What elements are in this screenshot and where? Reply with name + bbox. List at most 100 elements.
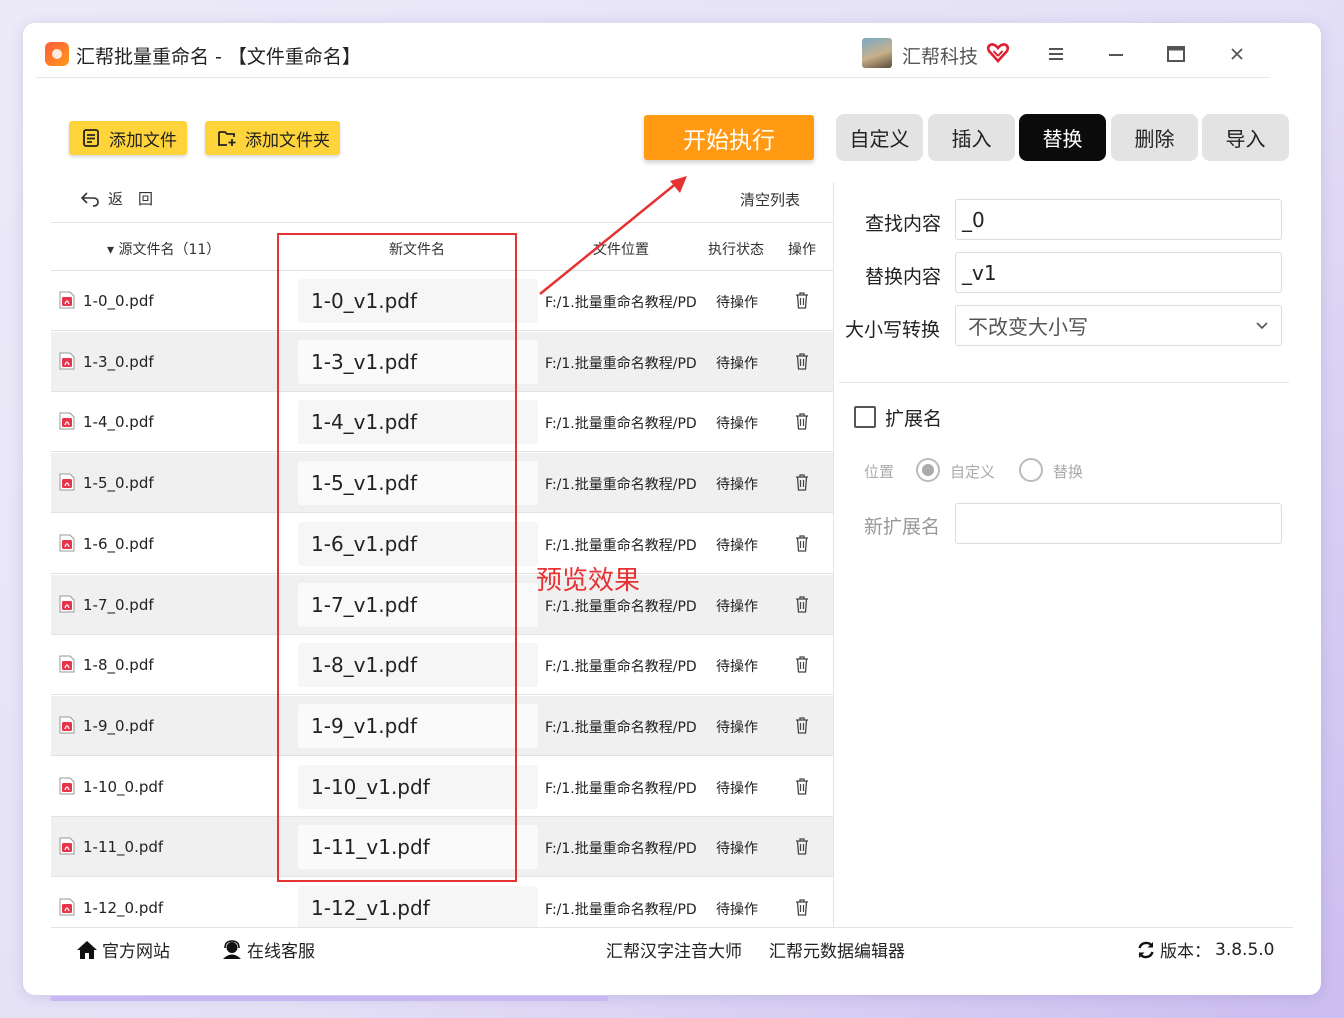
trash-icon[interactable]	[794, 291, 810, 309]
status-text: 待操作	[716, 355, 758, 372]
new-extension-input[interactable]	[955, 503, 1282, 544]
file-location: F:/1.批量重命名教程/PD	[545, 355, 697, 372]
new-filename-field[interactable]: 1-4_v1.pdf	[298, 400, 538, 445]
pdf-file-icon	[59, 595, 75, 612]
brand-name: 汇帮科技	[902, 46, 979, 68]
trash-icon[interactable]	[794, 777, 810, 795]
website-label: 官方网站	[102, 942, 170, 962]
new-filename-field[interactable]: 1-0_v1.pdf	[298, 279, 538, 323]
trash-icon[interactable]	[794, 412, 810, 431]
brand-avatar	[862, 38, 892, 68]
table-row[interactable]: 1-3_0.pdf 1-3_v1.pdf F:/1.批量重命名教程/PD 待操作	[51, 331, 833, 392]
new-filename-field[interactable]: 1-6_v1.pdf	[298, 521, 538, 566]
new-filename-field[interactable]: 1-3_v1.pdf	[298, 339, 538, 384]
trash-icon[interactable]	[794, 837, 810, 855]
file-location: F:/1.批量重命名教程/PD	[545, 780, 697, 797]
close-icon[interactable]	[1223, 40, 1251, 68]
replace-input[interactable]: _v1	[955, 252, 1282, 293]
app-logo-icon	[45, 42, 69, 66]
new-filename-field[interactable]: 1-10_v1.pdf	[298, 764, 538, 809]
trash-icon[interactable]	[794, 898, 810, 916]
new-filename-field[interactable]: 1-12_v1.pdf	[298, 886, 538, 927]
footer-link-2[interactable]: 汇帮元数据编辑器	[769, 937, 905, 962]
tab-replace[interactable]: 替换	[1019, 114, 1106, 161]
table-row[interactable]: 1-4_0.pdf 1-4_v1.pdf F:/1.批量重命名教程/PD 待操作	[51, 392, 833, 453]
tab-insert[interactable]: 插入	[928, 114, 1015, 161]
table-row[interactable]: 1-8_0.pdf 1-8_v1.pdf F:/1.批量重命名教程/PD 待操作	[51, 635, 833, 696]
brand-heart-icon	[986, 43, 1010, 63]
footer-link-1[interactable]: 汇帮汉字注音大师	[606, 937, 742, 962]
status-text: 待操作	[716, 416, 758, 433]
find-input[interactable]: _0	[955, 199, 1282, 240]
tab-custom[interactable]: 自定义	[836, 114, 923, 161]
trash-icon[interactable]	[794, 352, 810, 370]
new-filename-field[interactable]: 1-11_v1.pdf	[298, 825, 538, 870]
position-label: 位置	[864, 463, 895, 481]
version-info[interactable]: 版本： 3.8.5.0	[1136, 937, 1274, 962]
status-text: 待操作	[716, 537, 758, 554]
minimize-icon[interactable]	[1102, 40, 1130, 68]
source-filename: 1-8_0.pdf	[83, 656, 154, 675]
table-row[interactable]: 1-9_0.pdf 1-9_v1.pdf F:/1.批量重命名教程/PD 待操作	[51, 695, 833, 756]
back-button[interactable]: 返 回	[80, 188, 153, 209]
tab-import[interactable]: 导入	[1202, 114, 1289, 161]
decorative-glow	[50, 996, 608, 1001]
source-filename: 1-3_0.pdf	[83, 352, 154, 371]
table-row[interactable]: 1-11_0.pdf 1-11_v1.pdf F:/1.批量重命名教程/PD 待…	[51, 817, 833, 878]
new-filename-field[interactable]: 1-9_v1.pdf	[298, 703, 538, 748]
new-filename-field[interactable]: 1-5_v1.pdf	[298, 461, 538, 506]
pdf-file-icon	[59, 777, 75, 795]
status-text: 待操作	[716, 902, 758, 918]
new-filename-field[interactable]: 1-8_v1.pdf	[298, 643, 538, 688]
support-label: 在线客服	[247, 942, 315, 962]
new-extension-label: 新扩展名	[864, 516, 941, 538]
trash-icon[interactable]	[794, 716, 810, 734]
file-location: F:/1.批量重命名教程/PD	[545, 902, 697, 918]
back-arrow-icon	[80, 191, 99, 207]
pdf-file-icon	[59, 291, 75, 309]
trash-icon[interactable]	[794, 595, 810, 613]
status-text: 待操作	[716, 659, 758, 676]
extension-checkbox[interactable]	[854, 406, 876, 428]
source-filename: 1-11_0.pdf	[83, 838, 164, 857]
clear-list-button[interactable]: 清空列表	[740, 189, 800, 210]
add-folder-button[interactable]: 添加文件夹	[205, 121, 340, 155]
table-row[interactable]: 1-7_0.pdf 1-7_v1.pdf F:/1.批量重命名教程/PD 待操作	[51, 574, 833, 635]
annotation-arrow-icon	[539, 176, 687, 295]
status-text: 待操作	[716, 780, 758, 797]
status-text: 待操作	[716, 598, 758, 615]
menu-icon[interactable]	[1042, 40, 1070, 68]
status-text: 待操作	[716, 719, 758, 736]
home-icon	[77, 940, 97, 959]
new-filename-field[interactable]: 1-7_v1.pdf	[298, 582, 538, 627]
refresh-icon	[1138, 941, 1154, 958]
start-button[interactable]: 开始执行	[644, 115, 814, 160]
header-source[interactable]: ▾ 源文件名（11）	[107, 239, 220, 259]
file-location: F:/1.批量重命名教程/PD	[545, 659, 697, 676]
case-select[interactable]: 不改变大小写	[955, 305, 1282, 346]
replace-settings-panel: 查找内容 _0 替换内容 _v1 大小写转换 不改变大小写 扩展名 位置 自定义…	[833, 182, 1293, 927]
trash-icon[interactable]	[794, 473, 810, 491]
position-replace-radio[interactable]	[1019, 458, 1043, 482]
tab-delete[interactable]: 删除	[1111, 114, 1198, 161]
table-row[interactable]: 1-10_0.pdf 1-10_v1.pdf F:/1.批量重命名教程/PD 待…	[51, 757, 833, 817]
add-file-button[interactable]: 添加文件	[69, 121, 187, 155]
maximize-icon[interactable]	[1162, 40, 1190, 68]
trash-icon[interactable]	[794, 655, 810, 673]
pdf-file-icon	[59, 837, 75, 855]
table-row[interactable]: 1-5_0.pdf 1-5_v1.pdf F:/1.批量重命名教程/PD 待操作	[51, 453, 833, 514]
table-row[interactable]: 1-0_0.pdf 1-0_v1.pdf F:/1.批量重命名教程/PD 待操作	[51, 271, 833, 331]
trash-icon[interactable]	[794, 534, 810, 552]
position-custom-radio[interactable]	[916, 458, 940, 482]
chevron-down-icon	[1256, 321, 1268, 329]
support-icon	[223, 939, 241, 959]
replace-label: 替换内容	[865, 266, 942, 288]
table-row[interactable]: 1-6_0.pdf 1-6_v1.pdf F:/1.批量重命名教程/PD 待操作	[51, 514, 833, 574]
support-link[interactable]: 在线客服	[221, 937, 315, 962]
website-link[interactable]: 官方网站	[76, 937, 170, 962]
header-new-name: 新文件名	[389, 242, 445, 258]
table-row[interactable]: 1-12_0.pdf 1-12_v1.pdf F:/1.批量重命名教程/PD 待…	[51, 878, 833, 927]
add-folder-icon	[218, 131, 236, 146]
find-label: 查找内容	[865, 213, 942, 235]
add-file-label: 添加文件	[109, 130, 177, 151]
